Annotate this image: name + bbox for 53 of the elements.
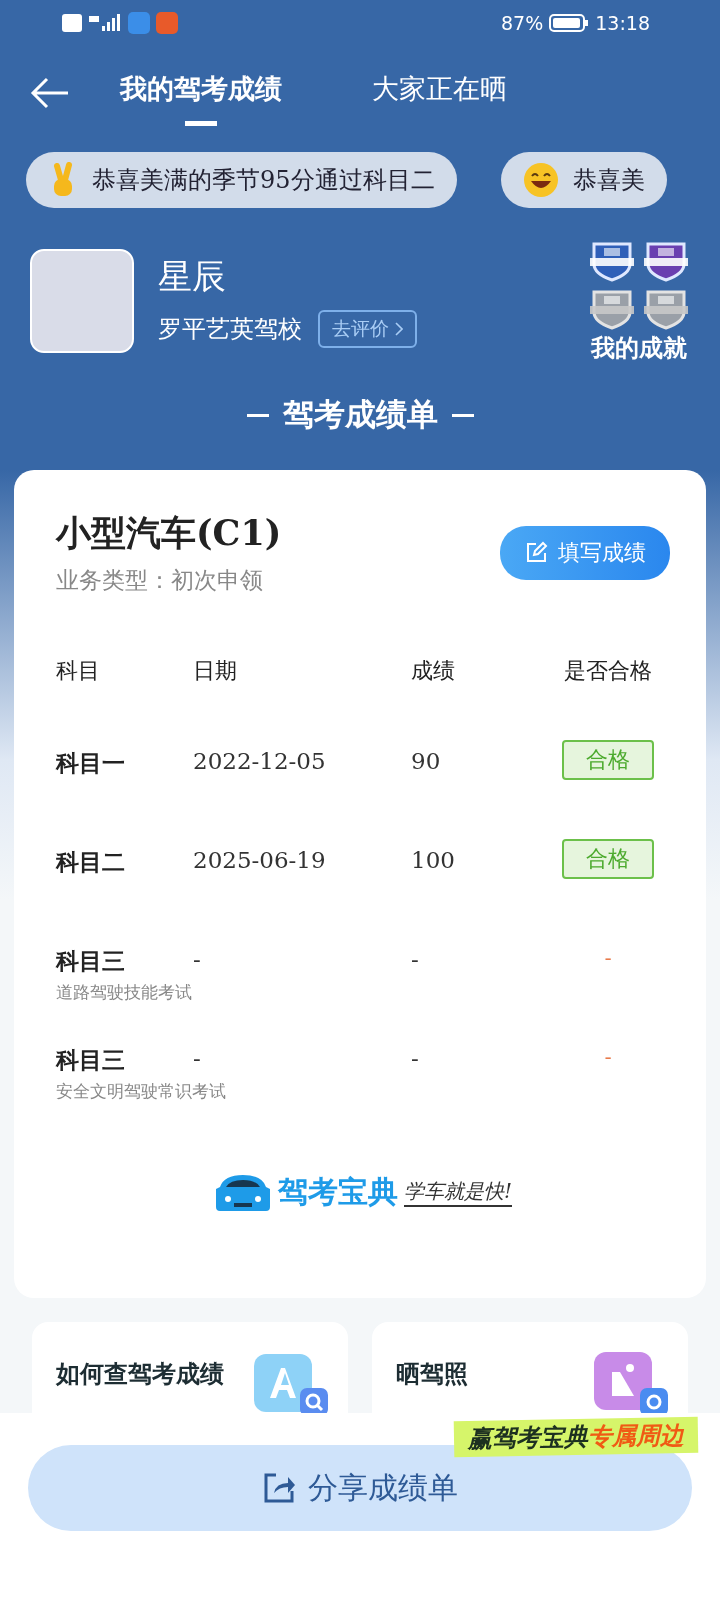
exam-date: 2022-12-05 (193, 748, 327, 774)
chevron-right-icon (395, 322, 403, 336)
subject-subtitle: 安全文明驾驶常识考试 (56, 1080, 227, 1103)
exam-date: - (193, 946, 202, 972)
exam-score: - (411, 1045, 420, 1071)
column-header: 是否合格 (564, 657, 652, 685)
school-name: 罗平艺英驾校 (158, 314, 302, 345)
app-icon (156, 12, 178, 34)
edit-icon (524, 541, 548, 565)
column-header: 成绩 (411, 657, 456, 685)
exam-score: 90 (411, 748, 442, 774)
back-arrow-icon[interactable] (30, 77, 70, 109)
column-header: 科目 (56, 657, 101, 685)
promo-banner[interactable]: 赢驾考宝典专属周边 (453, 1416, 699, 1458)
car-logo-icon (213, 1172, 272, 1213)
exam-score: - (411, 946, 420, 972)
user-name: 星辰 (158, 255, 227, 298)
signal-icon (88, 13, 122, 33)
fill-score-button[interactable]: 填写成绩 (500, 526, 670, 580)
business-type: 业务类型：初次申领 (56, 566, 264, 595)
subject-name: 科目三 (56, 946, 125, 976)
exam-date: 2025-06-19 (193, 847, 327, 873)
nav-tab[interactable]: 我的驾考成绩 (120, 60, 282, 126)
link-label: 如何查驾考成绩 (56, 1359, 224, 1390)
app-icon (128, 12, 150, 34)
result-status: - (604, 946, 612, 970)
subject-subtitle: 道路驾驶技能考试 (56, 981, 193, 1004)
ticker-text: 恭喜美满的季节95分通过科目二 (92, 165, 435, 196)
share-icon (262, 1471, 296, 1505)
link-label: 晒驾照 (396, 1359, 468, 1390)
exam-date: - (193, 1045, 202, 1071)
link-card[interactable]: 如何查驾考成绩 (32, 1322, 348, 1413)
link-card[interactable]: 晒驾照 (372, 1322, 688, 1413)
subject-name: 科目一 (56, 748, 125, 778)
result-status: 合格 (562, 839, 654, 879)
battery-percent: 87% (501, 12, 544, 34)
subject-name: 科目二 (56, 847, 125, 877)
battery-icon (549, 13, 590, 33)
smiley-icon (522, 162, 559, 198)
exam-score: 100 (411, 847, 456, 873)
result-status: - (604, 1045, 612, 1069)
license-type: 小型汽车(C1) (56, 511, 282, 555)
clock-time: 13:18 (595, 12, 650, 34)
brand-name: 驾考宝典 (277, 1173, 398, 1211)
achievements-label[interactable]: 我的成就 (591, 332, 687, 364)
nav-tab[interactable]: 大家正在晒 (372, 60, 507, 126)
result-status: 合格 (562, 740, 654, 780)
column-header: 日期 (193, 657, 238, 685)
section-title: 驾考成绩单 (282, 395, 438, 434)
review-button[interactable]: 去评价 (318, 310, 417, 348)
subject-name: 科目三 (56, 1045, 125, 1075)
ticker-text: 恭喜美 (572, 165, 645, 196)
slogan: 学车就是快! (403, 1178, 512, 1207)
